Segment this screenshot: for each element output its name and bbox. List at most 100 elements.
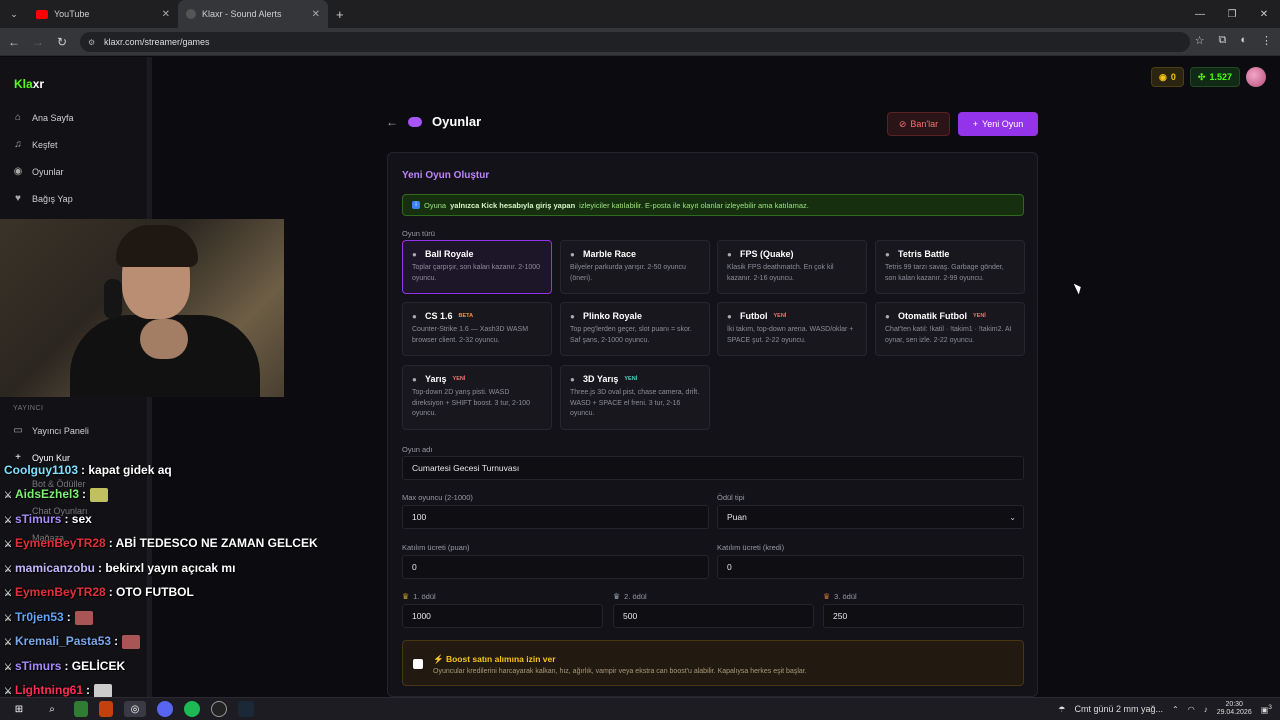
sidebar-item-streamer-panel[interactable]: ▭ Yayıncı Paneli: [12, 425, 89, 436]
url-input[interactable]: ⚙ klaxr.com/streamer/games: [80, 32, 1190, 52]
sidebar-item-label: Bağış Yap: [32, 193, 73, 204]
windows-start-icon[interactable]: ⊞: [8, 701, 30, 717]
profile-icon[interactable]: ◐: [1240, 34, 1247, 47]
notice-text-rest: izleyiciler katılabilir. E-posta ile kay…: [579, 200, 809, 210]
volume-icon[interactable]: ♪: [1204, 705, 1208, 714]
back-icon[interactable]: ←: [2, 35, 26, 49]
chat-text: : bekirxl yayın açıcak mı: [98, 561, 236, 575]
reload-icon[interactable]: ↻: [50, 35, 74, 49]
extensions-icon[interactable]: ⧉: [1218, 34, 1226, 47]
spotify-icon[interactable]: [184, 701, 200, 717]
game-type-option[interactable]: ● 3D Yarış YENİ Three.js 3D oval pist, chas…: [560, 365, 710, 430]
game-type-option[interactable]: ● FPS (Quake) Klasik FPS deathmatch. En ço…: [717, 240, 867, 294]
minimize-icon[interactable]: —: [1184, 0, 1216, 28]
bookmark-star-icon[interactable]: ☆: [1195, 34, 1205, 47]
wifi-icon[interactable]: ◠: [1188, 705, 1195, 714]
tab-klaxr[interactable]: Klaxr - Sound Alerts ✕: [178, 0, 328, 28]
steam-icon[interactable]: [238, 701, 254, 717]
sidebar-item-home[interactable]: ⌂ Ana Sayfa: [12, 112, 74, 123]
close-window-icon[interactable]: ✕: [1248, 0, 1280, 28]
game-type-name: ● Marble Race: [570, 249, 637, 259]
chevron-down-icon: ⌄: [1009, 512, 1016, 522]
sidebar-item-label: Oyun Kur: [32, 452, 71, 463]
game-type-label: Oyun türü: [402, 229, 435, 238]
weather-text[interactable]: Cmt günü 2 mm yağ...: [1074, 704, 1163, 714]
game-type-option[interactable]: ● CS 1.6 BETA Counter-Strike 1.6 — Xash3D W…: [402, 302, 552, 356]
game-type-description: Tetris 99 tarzı savaş. Garbage gönder, s…: [885, 264, 1004, 282]
close-icon[interactable]: ✕: [312, 9, 320, 20]
game-tag-badge: YENİ: [773, 313, 787, 319]
prize-3-input[interactable]: 250: [823, 604, 1024, 628]
game-type-option[interactable]: ● Yarış YENİ Top-down 2D yarış pisti. WASD …: [402, 365, 552, 430]
prize-2-value: 500: [623, 611, 638, 621]
obs-icon[interactable]: [211, 701, 227, 717]
coins-badge[interactable]: ◉ 0: [1151, 67, 1184, 87]
new-game-button[interactable]: + Yeni Oyun: [958, 112, 1038, 136]
clock[interactable]: 20:30 29.04.2026: [1217, 701, 1252, 718]
app-icon[interactable]: [99, 701, 113, 717]
chat-username: mamicanzobu: [15, 561, 96, 575]
game-type-option[interactable]: ● Ball Royale Toplar çarpışır, son kalan k…: [402, 240, 552, 294]
prize-2-input[interactable]: 500: [613, 604, 814, 628]
tab-youtube[interactable]: YouTube ✕: [28, 0, 178, 28]
prize-1-value: 1000: [412, 611, 431, 621]
app-icon[interactable]: [74, 701, 88, 717]
game-type-name: ● 3D Yarış YENİ: [570, 374, 638, 384]
prize-1-input[interactable]: 1000: [402, 604, 603, 628]
chat-username: Coolguy1103: [4, 463, 79, 477]
webcam-person-hand: [140, 319, 188, 359]
game-type-description: Three.js 3D oval pist, chase camera, dri…: [570, 389, 700, 417]
coin-icon: ◉: [1159, 71, 1167, 82]
chat-text: :: [66, 610, 71, 624]
entry-credits-value: 0: [727, 562, 732, 572]
window-controls: — ❐ ✕: [1184, 0, 1280, 28]
credits-badge[interactable]: ✣ 1.527: [1189, 67, 1240, 87]
game-type-option[interactable]: ● Otomatik Futbol YENİ Chat'ten katıl: !kat…: [875, 302, 1025, 356]
plus-icon: +: [15, 452, 21, 463]
chat-username: AidsEzhel3: [15, 487, 80, 501]
chat-emote-icon: [74, 610, 93, 625]
chat-text: : ABİ TEDESCO NE ZAMAN GELCEK: [108, 536, 318, 550]
boost-checkbox[interactable]: [413, 659, 423, 669]
game-name-input[interactable]: Cumartesi Gecesi Turnuvası: [402, 456, 1024, 480]
avatar[interactable]: [1246, 67, 1266, 87]
menu-icon[interactable]: ⋮: [1261, 34, 1272, 47]
game-type-option[interactable]: ● Marble Race Bilyeler parkurda yarışır. 2…: [560, 240, 710, 294]
chat-badge-icon: ⚔: [4, 539, 13, 549]
bans-button[interactable]: ⊘ Ban'lar: [887, 112, 950, 136]
tab-search-icon[interactable]: ⌄: [0, 9, 28, 20]
back-arrow-icon[interactable]: ←: [386, 115, 398, 129]
prize-3-label: ♛ 3. ödül: [823, 592, 857, 601]
sidebar-item-setup-game[interactable]: + Oyun Kur: [12, 452, 70, 463]
chat-message: ⚔ Lightning61:: [4, 683, 112, 698]
chrome-icon[interactable]: ◎: [124, 701, 146, 717]
chat-text: :: [82, 487, 87, 501]
close-icon[interactable]: ✕: [162, 9, 170, 20]
page-header: ← Oyunlar: [386, 114, 481, 129]
game-type-option[interactable]: ● Plinko Royale Top peg'lerden geçer, slot…: [560, 302, 710, 356]
max-players-input[interactable]: 100: [402, 505, 709, 529]
site-info-icon[interactable]: ⚙: [88, 38, 95, 47]
chat-message: ⚔ AidsEzhel3:: [4, 487, 109, 502]
sidebar-item-explore[interactable]: ♫ Keşfet: [12, 139, 57, 150]
chat-message: ⚔ EymenBeyTR28: OTO FUTBOL: [4, 585, 194, 599]
chat-badge-icon: ⚔: [4, 564, 13, 574]
game-type-option[interactable]: ● Tetris Battle Tetris 99 tarzı savaş. Gar…: [875, 240, 1025, 294]
entry-points-input[interactable]: 0: [402, 555, 709, 579]
game-type-name: ● Futbol YENİ: [727, 311, 787, 321]
notification-icon[interactable]: ▣3: [1261, 704, 1272, 715]
new-tab-button[interactable]: +: [336, 7, 344, 22]
reward-type-select[interactable]: Puan ⌄: [717, 505, 1024, 529]
entry-credits-input[interactable]: 0: [717, 555, 1024, 579]
chevron-up-icon[interactable]: ⌃: [1172, 705, 1179, 714]
logo[interactable]: Klaxr: [14, 77, 44, 91]
sidebar-item-donate[interactable]: ♥ Bağış Yap: [12, 193, 73, 204]
search-icon[interactable]: ⌕: [41, 701, 63, 717]
forward-icon[interactable]: →: [26, 35, 50, 49]
restore-icon[interactable]: ❐: [1216, 0, 1248, 28]
globe-icon: [186, 9, 196, 19]
chat-username: sTimurs: [15, 659, 62, 673]
game-type-option[interactable]: ● Futbol YENİ İki takım, top-down arena. WA…: [717, 302, 867, 356]
sidebar-item-games[interactable]: ◉ Oyunlar: [12, 166, 64, 177]
discord-icon[interactable]: [157, 701, 173, 717]
